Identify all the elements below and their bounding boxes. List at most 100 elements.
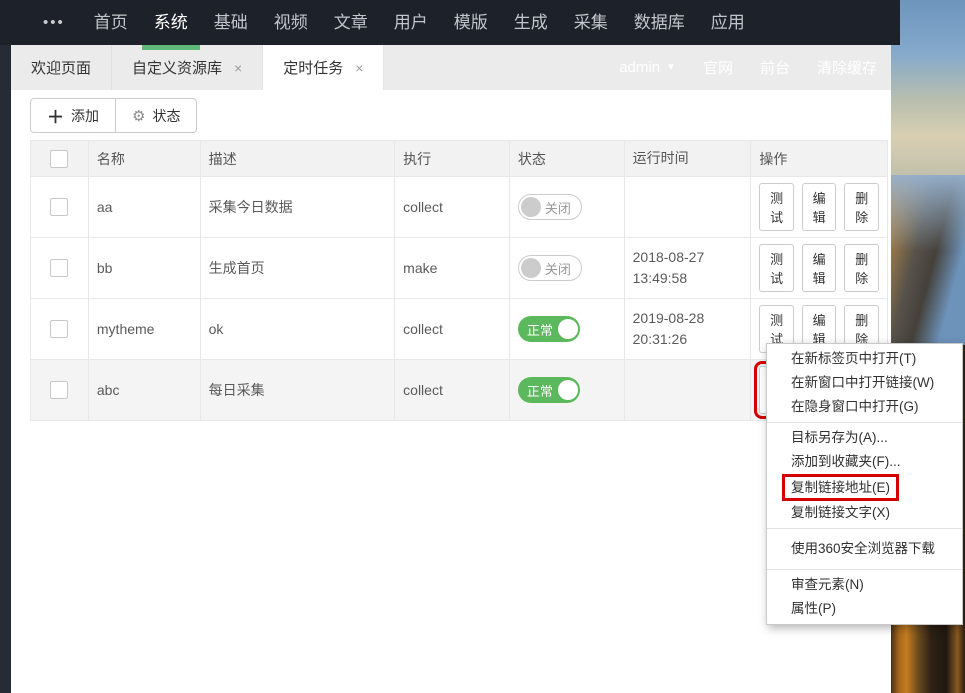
nav-item-generate[interactable]: 生成 xyxy=(501,0,561,45)
tab-scheduled-tasks[interactable]: 定时任务 × xyxy=(263,45,385,90)
tab-custom-resource[interactable]: 自定义资源库 × xyxy=(112,45,264,90)
cell-desc: ok xyxy=(201,299,396,359)
menu-item-save-target-as[interactable]: 目标另存为(A)... xyxy=(767,426,962,450)
sidebar-strip xyxy=(0,45,11,693)
menu-item-inspect-element[interactable]: 审查元素(N) xyxy=(767,573,962,597)
table-row-bb: bb 生成首页 make 关闭 2018-08-27 13:49:58 测试 编… xyxy=(31,238,887,299)
row-checkbox[interactable] xyxy=(50,259,69,277)
delete-button[interactable]: 删除 xyxy=(844,244,880,292)
test-button[interactable]: 测试 xyxy=(759,183,794,231)
cell-desc: 采集今日数据 xyxy=(201,177,396,237)
top-navbar: ••• 首页 系统 基础 视频 文章 用户 模版 生成 采集 数据库 应用 xyxy=(0,0,900,50)
tab-bar: 欢迎页面 自定义资源库 × 定时任务 × admin ▼ 官网 前台 清除缓存 xyxy=(11,45,891,90)
status-button[interactable]: ⚙ 状态 xyxy=(116,98,198,133)
menu-item-open-new-window[interactable]: 在新窗口中打开链接(W) xyxy=(767,371,962,395)
cell-name: aa xyxy=(89,177,201,237)
edit-button[interactable]: 编辑 xyxy=(801,183,837,231)
menu-item-properties[interactable]: 属性(P) xyxy=(767,597,962,621)
annotation-red-box: 复制链接地址(E) xyxy=(782,474,899,501)
toggle-knob xyxy=(557,319,578,339)
menu-item-open-new-tab[interactable]: 在新标签页中打开(T) xyxy=(767,347,962,371)
cell-time xyxy=(625,360,752,420)
toggle-knob xyxy=(520,197,541,217)
toolbar: ＋ 添加 ⚙ 状态 xyxy=(30,98,198,133)
nav-item-system[interactable]: 系统 xyxy=(141,0,201,50)
menu-divider xyxy=(767,569,962,570)
link-official-site[interactable]: 官网 xyxy=(703,57,733,78)
close-icon[interactable]: × xyxy=(355,60,363,76)
menu-item-open-incognito[interactable]: 在隐身窗口中打开(G) xyxy=(767,395,962,419)
cell-time: 2019-08-28 20:31:26 xyxy=(625,299,752,359)
header-exec: 执行 xyxy=(395,141,510,176)
table-header-row: 名称 描述 执行 状态 运行时间 操作 xyxy=(31,141,887,177)
tab-welcome[interactable]: 欢迎页面 xyxy=(11,45,113,90)
cell-exec: make xyxy=(395,238,510,298)
toggle-label: 正常 xyxy=(526,322,553,338)
menu-divider xyxy=(767,528,962,529)
table-row-abc: abc 每日采集 collect 正常 测试 编辑 删除 xyxy=(31,360,887,420)
toggle-knob xyxy=(557,380,578,400)
cell-time: 2018-08-27 13:49:58 xyxy=(625,238,752,298)
cell-desc: 每日采集 xyxy=(201,360,396,420)
row-checkbox[interactable] xyxy=(50,198,69,216)
status-toggle-on[interactable]: 正常 xyxy=(517,377,580,403)
status-button-label: 状态 xyxy=(152,107,181,124)
more-menu-icon[interactable]: ••• xyxy=(43,0,65,45)
row-checkbox[interactable] xyxy=(50,381,69,399)
link-frontend[interactable]: 前台 xyxy=(760,57,790,78)
nav-item-video[interactable]: 视频 xyxy=(261,0,321,45)
header-desc: 描述 xyxy=(201,141,396,176)
cell-time xyxy=(625,177,752,237)
cell-exec: collect xyxy=(395,177,510,237)
user-bar: admin ▼ 官网 前台 清除缓存 xyxy=(619,45,877,90)
menu-item-copy-link-address-annotated[interactable]: 复制链接地址(E) xyxy=(767,474,962,501)
edit-button[interactable]: 编辑 xyxy=(801,244,837,292)
menu-item-copy-link-text[interactable]: 复制链接文字(X) xyxy=(767,501,962,525)
cell-name: mytheme xyxy=(89,299,201,359)
close-icon[interactable]: × xyxy=(234,60,242,76)
link-clear-cache[interactable]: 清除缓存 xyxy=(817,57,877,78)
user-dropdown[interactable]: admin ▼ xyxy=(619,59,676,76)
nav-item-basic[interactable]: 基础 xyxy=(201,0,261,45)
nav-item-article[interactable]: 文章 xyxy=(321,0,381,45)
toggle-label: 关闭 xyxy=(544,200,571,216)
nav-item-home[interactable]: 首页 xyxy=(81,0,141,45)
toggle-label: 关闭 xyxy=(544,261,571,277)
gear-icon: ⚙ xyxy=(132,107,146,125)
header-time: 运行时间 xyxy=(625,141,752,176)
row-checkbox[interactable] xyxy=(50,320,69,338)
cell-exec: collect xyxy=(395,360,510,420)
nav-item-user[interactable]: 用户 xyxy=(381,0,441,45)
status-toggle-off[interactable]: 关闭 xyxy=(517,255,582,281)
wallpaper-cliff xyxy=(890,175,965,345)
cell-desc: 生成首页 xyxy=(201,238,396,298)
test-button[interactable]: 测试 xyxy=(759,244,794,292)
cell-name: abc xyxy=(89,360,201,420)
status-toggle-off[interactable]: 关闭 xyxy=(517,194,582,220)
header-status: 状态 xyxy=(510,141,625,176)
delete-button[interactable]: 删除 xyxy=(844,183,880,231)
select-all-checkbox[interactable] xyxy=(50,149,69,168)
tab-label: 欢迎页面 xyxy=(31,60,92,77)
tab-label: 自定义资源库 xyxy=(132,60,223,77)
chevron-down-icon: ▼ xyxy=(666,62,676,73)
nav-item-collect[interactable]: 采集 xyxy=(561,0,621,45)
nav-item-template[interactable]: 模版 xyxy=(441,0,501,45)
table-row-mytheme: mytheme ok collect 正常 2019-08-28 20:31:2… xyxy=(31,299,887,360)
toggle-label: 正常 xyxy=(526,383,553,399)
tasks-table: 名称 描述 执行 状态 运行时间 操作 aa 采集今日数据 collect 关闭… xyxy=(30,140,888,421)
menu-item-add-to-favorites[interactable]: 添加到收藏夹(F)... xyxy=(767,450,962,474)
wallpaper-sky xyxy=(890,0,965,175)
status-toggle-on[interactable]: 正常 xyxy=(517,316,580,342)
nav-item-app[interactable]: 应用 xyxy=(698,0,758,45)
context-menu: 在新标签页中打开(T) 在新窗口中打开链接(W) 在隐身窗口中打开(G) 目标另… xyxy=(766,343,963,625)
tab-label: 定时任务 xyxy=(283,60,344,77)
add-button[interactable]: ＋ 添加 xyxy=(30,98,116,133)
menu-item-download-with-360[interactable]: 使用360安全浏览器下载 xyxy=(767,532,962,566)
nav-item-database[interactable]: 数据库 xyxy=(621,0,698,45)
header-actions: 操作 xyxy=(759,150,788,167)
admin-page: 欢迎页面 自定义资源库 × 定时任务 × admin ▼ 官网 前台 清除缓存 … xyxy=(11,45,891,693)
plus-icon: ＋ xyxy=(47,108,64,127)
username: admin xyxy=(619,59,661,76)
menu-divider xyxy=(767,422,962,423)
